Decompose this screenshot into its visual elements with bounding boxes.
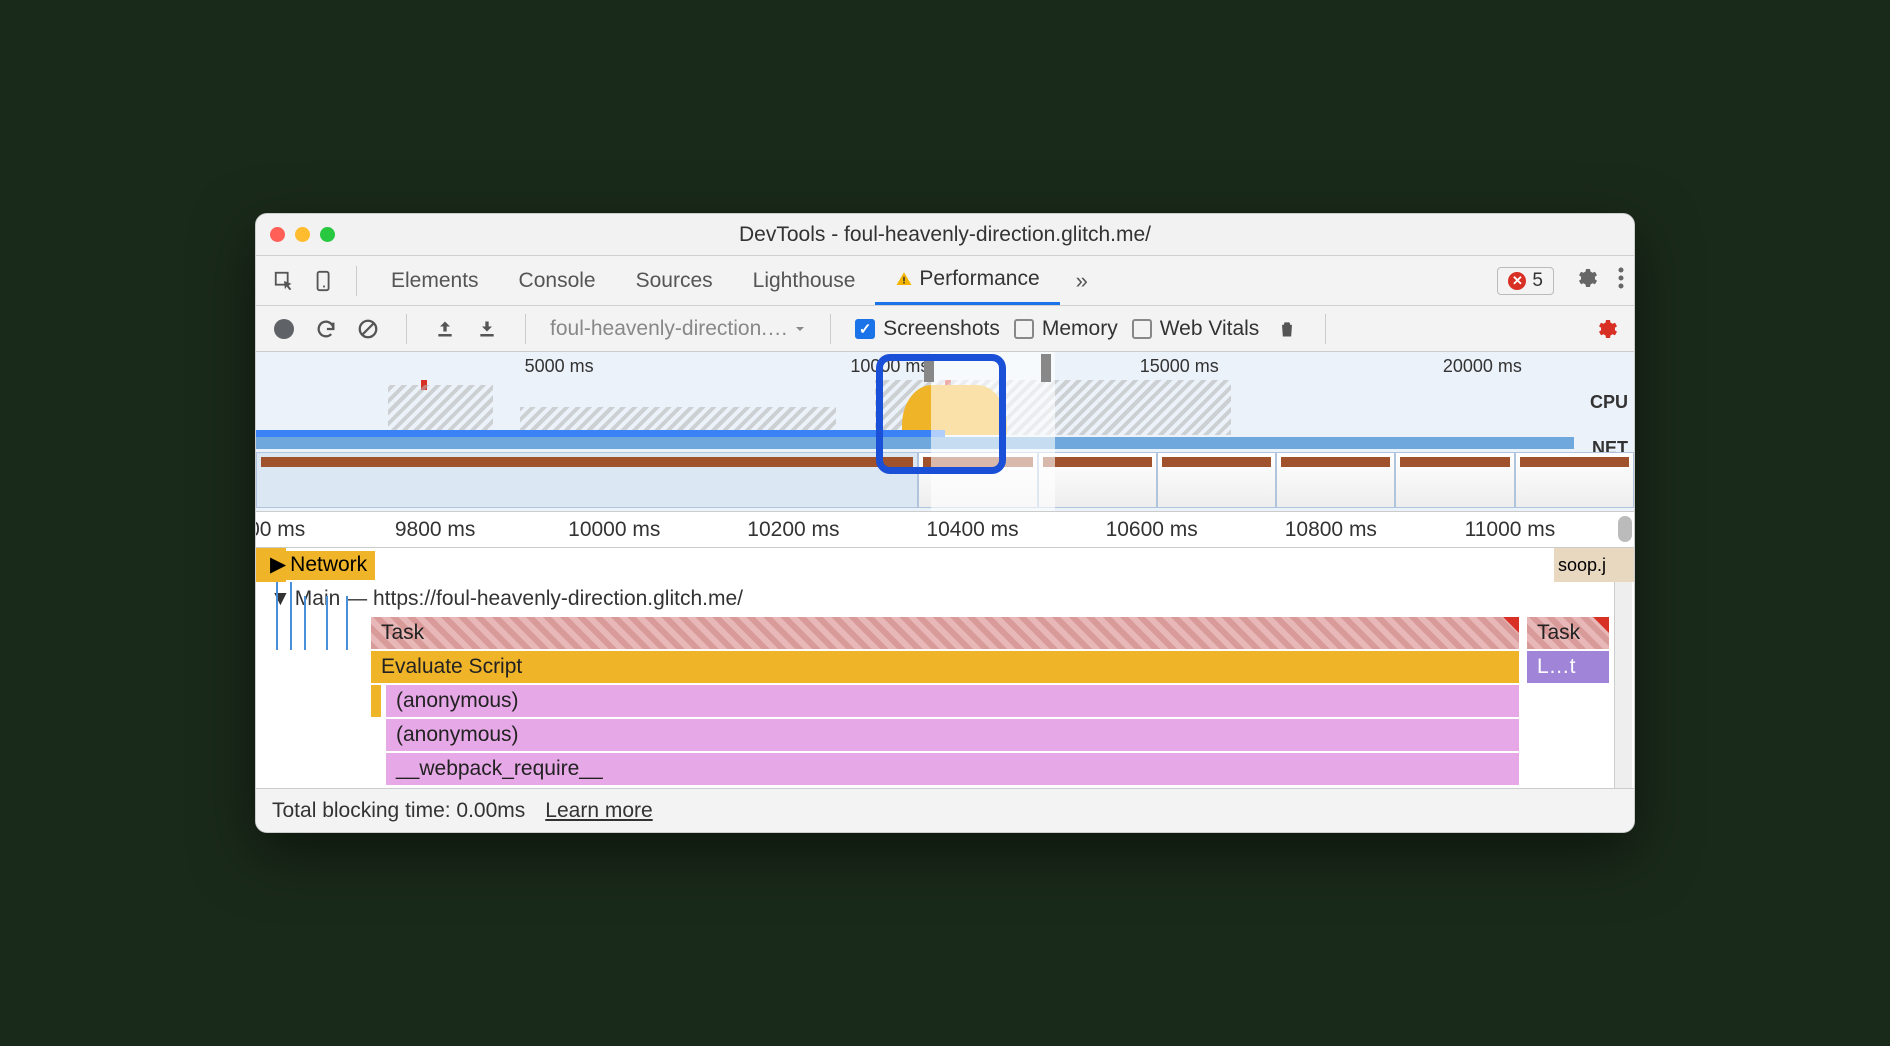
flame-evaluate-script[interactable]: Evaluate Script (371, 651, 1519, 683)
ruler-tick: 11000 ms (1465, 518, 1556, 542)
screenshot-thumb[interactable] (1157, 452, 1276, 508)
learn-more-link[interactable]: Learn more (545, 799, 652, 823)
checkbox-icon (1014, 319, 1034, 339)
error-icon: ✕ (1508, 272, 1526, 290)
error-count-value: 5 (1532, 270, 1543, 292)
scrollbar-thumb[interactable] (1618, 516, 1632, 542)
screenshot-thumb[interactable] (1276, 452, 1395, 508)
tab-elements[interactable]: Elements (371, 256, 499, 305)
chevron-down-icon (794, 323, 806, 335)
target-select[interactable]: foul-heavenly-direction.… (550, 317, 806, 341)
ruler-tick: 00 ms (255, 518, 305, 542)
inspect-element-icon[interactable] (266, 263, 302, 299)
detail-ruler[interactable]: 00 ms 9800 ms 10000 ms 10200 ms 10400 ms… (256, 512, 1634, 548)
more-tabs-button[interactable]: » (1064, 268, 1100, 294)
window-controls (270, 227, 335, 242)
memory-checkbox[interactable]: Memory (1014, 317, 1118, 341)
divider (525, 314, 526, 344)
tbt-text: Total blocking time: 0.00ms (272, 799, 525, 823)
ruler-tick: 10400 ms (926, 518, 1018, 542)
reload-record-button[interactable] (312, 315, 340, 343)
window-title: DevTools - foul-heavenly-direction.glitc… (256, 223, 1634, 247)
ruler-tick: 20000 ms (1443, 356, 1522, 377)
zoom-window-button[interactable] (320, 227, 335, 242)
network-track-label: Network (290, 553, 367, 577)
ruler-tick: 15000 ms (1140, 356, 1219, 377)
flame-anonymous[interactable]: (anonymous) (386, 685, 1519, 717)
net-bar (256, 430, 945, 437)
network-track-header[interactable]: ▶Network soop.j (256, 548, 1634, 582)
screenshot-thumb[interactable] (1395, 452, 1514, 508)
checkbox-icon (1132, 319, 1152, 339)
selection-handle-right[interactable] (1041, 354, 1051, 382)
flame-task[interactable]: Task (371, 617, 1519, 649)
minimize-window-button[interactable] (295, 227, 310, 242)
collapse-icon: ▼ (270, 587, 291, 611)
performance-toolbar: foul-heavenly-direction.… ✓ Screenshots … (256, 306, 1634, 352)
tab-performance[interactable]: Performance (875, 256, 1059, 305)
cpu-track-label: CPU (1590, 392, 1628, 413)
ruler-tick: 10200 ms (747, 518, 839, 542)
record-button[interactable] (270, 315, 298, 343)
close-window-button[interactable] (270, 227, 285, 242)
ruler-tick: 9800 ms (395, 518, 476, 542)
capture-settings-icon[interactable] (1592, 315, 1620, 343)
flamechart[interactable]: ▶Network soop.j ▼ Main — https://foul-he… (256, 548, 1634, 788)
selection-handle-left[interactable] (924, 354, 934, 382)
more-options-icon[interactable] (1618, 267, 1624, 295)
ruler-tick: 10600 ms (1106, 518, 1198, 542)
webvitals-label: Web Vitals (1160, 317, 1260, 341)
screenshots-checkbox[interactable]: ✓ Screenshots (855, 317, 1000, 341)
cpu-usage-track (256, 380, 1574, 435)
warning-icon (895, 270, 913, 288)
ruler-tick: 10000 ms (850, 356, 929, 377)
garbage-collect-icon[interactable] (1273, 315, 1301, 343)
checkbox-checked-icon: ✓ (855, 319, 875, 339)
clear-button[interactable] (354, 315, 382, 343)
screenshots-label: Screenshots (883, 317, 1000, 341)
tab-performance-label: Performance (919, 267, 1039, 291)
flame-layout[interactable]: L…t (1527, 651, 1609, 683)
tab-console[interactable]: Console (499, 256, 616, 305)
settings-icon[interactable] (1574, 266, 1598, 296)
divider (406, 314, 407, 344)
divider (356, 266, 357, 296)
memory-label: Memory (1042, 317, 1118, 341)
divider (830, 314, 831, 344)
save-profile-icon[interactable] (473, 315, 501, 343)
main-track-label: Main — https://foul-heavenly-direction.g… (295, 587, 743, 611)
network-request-bar[interactable]: soop.j (1554, 548, 1634, 582)
timeline-overview[interactable]: 5000 ms 10000 ms 15000 ms 20000 ms CPU N… (256, 352, 1634, 512)
screenshot-thumb[interactable] (1038, 452, 1157, 508)
summary-footer: Total blocking time: 0.00ms Learn more (256, 788, 1634, 832)
panel-tabbar: Elements Console Sources Lighthouse Perf… (256, 256, 1634, 306)
flame-task[interactable]: Task (1527, 617, 1609, 649)
flame-rows: Task Task Evaluate Script L…t (anonymous… (256, 616, 1634, 786)
tab-lighthouse[interactable]: Lighthouse (733, 256, 876, 305)
ruler-tick: 5000 ms (525, 356, 594, 377)
expand-icon: ▶ (270, 552, 286, 577)
flame-webpack-require[interactable]: __webpack_require__ (386, 753, 1519, 785)
device-toolbar-icon[interactable] (306, 263, 342, 299)
divider (1325, 314, 1326, 344)
net-track (256, 437, 1574, 449)
screenshot-thumb[interactable] (256, 452, 918, 508)
tab-sources[interactable]: Sources (616, 256, 733, 305)
load-profile-icon[interactable] (431, 315, 459, 343)
devtools-window: DevTools - foul-heavenly-direction.glitc… (255, 213, 1635, 833)
target-select-label: foul-heavenly-direction.… (550, 317, 788, 341)
panel-tabs: Elements Console Sources Lighthouse Perf… (371, 256, 1060, 305)
error-count-badge[interactable]: ✕ 5 (1497, 267, 1554, 295)
overview-selection[interactable] (931, 352, 1055, 511)
flame-fn[interactable] (371, 685, 381, 717)
screenshot-thumb[interactable] (1515, 452, 1634, 508)
ruler-tick: 10000 ms (568, 518, 660, 542)
main-track-header[interactable]: ▼ Main — https://foul-heavenly-direction… (256, 582, 1634, 616)
flame-anonymous[interactable]: (anonymous) (386, 719, 1519, 751)
webvitals-checkbox[interactable]: Web Vitals (1132, 317, 1260, 341)
titlebar: DevTools - foul-heavenly-direction.glitc… (256, 214, 1634, 256)
ruler-tick: 10800 ms (1285, 518, 1377, 542)
